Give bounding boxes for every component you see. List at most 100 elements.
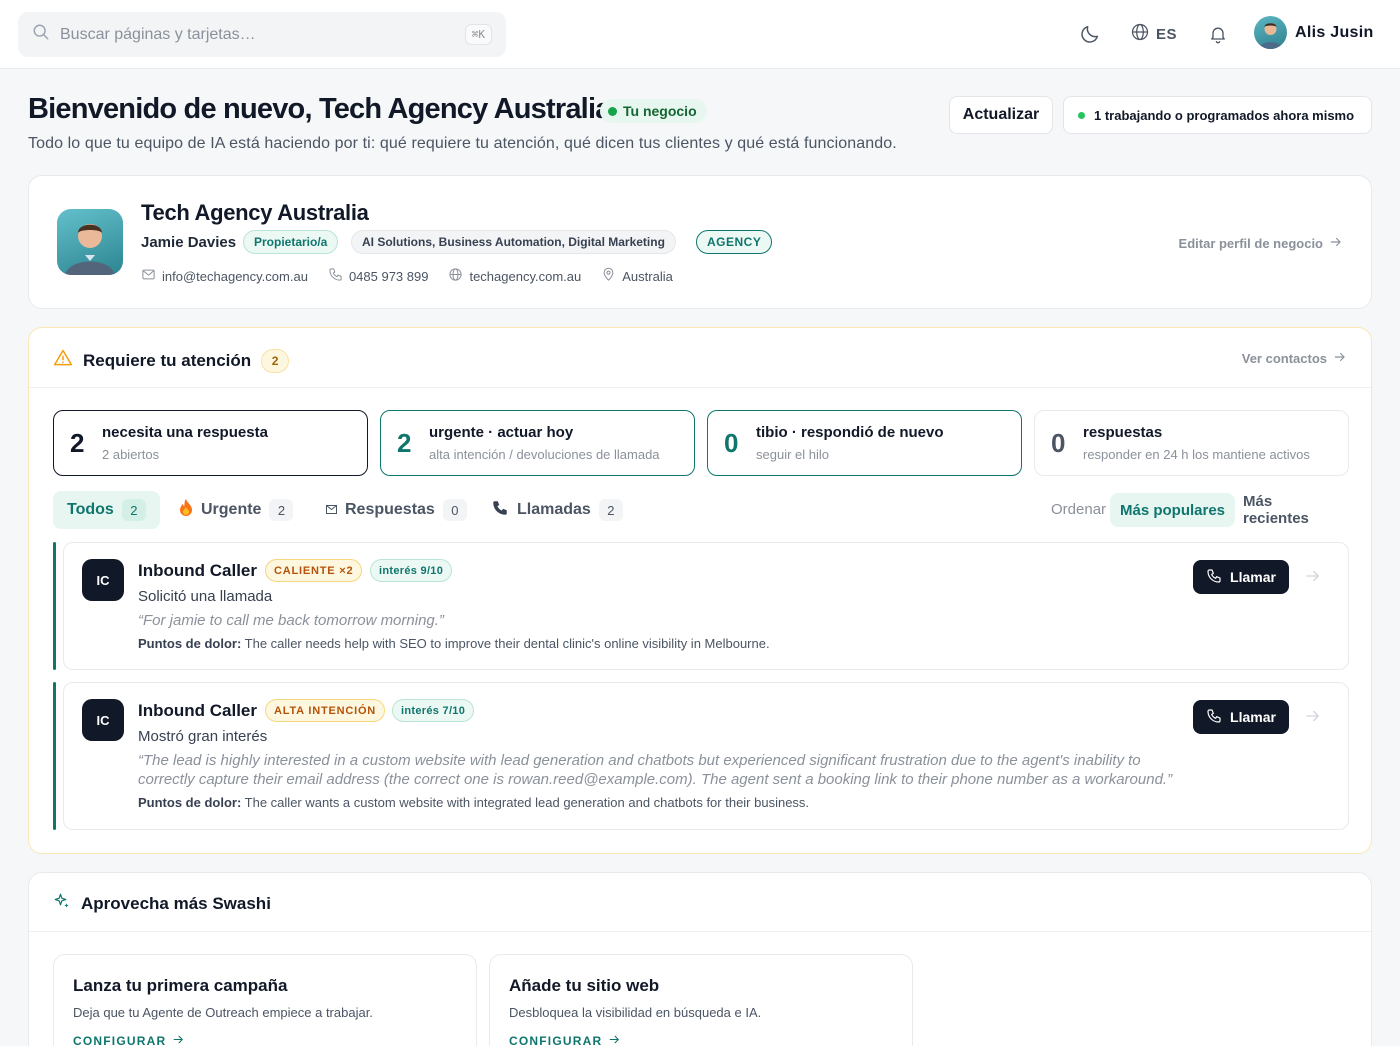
website-item[interactable]: techagency.com.au (448, 267, 581, 285)
swashi-title: Aprovecha más Swashi (81, 893, 271, 913)
stat-title: urgente · actuar hoy (429, 424, 574, 441)
user-menu[interactable]: Alis Jusin (1254, 16, 1374, 49)
search-input[interactable] (60, 25, 465, 44)
lead-quote: “The lead is highly interested in a cust… (138, 752, 1173, 788)
arrow-right-icon (172, 1033, 185, 1046)
arrow-right-icon (608, 1033, 621, 1046)
lead-pain-points: Puntos de dolor: The caller wants a cust… (138, 795, 809, 810)
search-shortcut: ⌘K (464, 24, 492, 45)
call-label: Llamar (1230, 569, 1276, 585)
opportunity-title: Lanza tu primera campaña (73, 976, 288, 995)
status-dot (608, 106, 617, 116)
filter-count: 2 (121, 499, 146, 521)
bell-icon[interactable] (1206, 22, 1230, 46)
map-pin-icon (601, 267, 616, 285)
stat-value: 0 (724, 427, 739, 458)
stat-replies[interactable]: 0 respuestas responder en 24 h los manti… (1034, 410, 1349, 476)
attention-header: Requiere tu atención 2 (53, 348, 290, 373)
stat-subtitle: seguir el hilo (756, 447, 829, 462)
stat-value: 0 (1051, 427, 1066, 458)
attention-card: Requiere tu atención 2 Ver contactos 2 n… (28, 327, 1372, 854)
sort-popular-button[interactable]: Más populares (1110, 493, 1236, 527)
swashi-section: Aprovecha más Swashi Lanza tu primera ca… (28, 872, 1372, 1046)
location-item: Australia (601, 267, 673, 285)
status-dot (1078, 111, 1085, 119)
lead-card[interactable]: IC Inbound Caller CALIENTE ×2 interés 9/… (53, 542, 1349, 670)
divider (29, 387, 1371, 388)
filter-label: Respuestas (345, 501, 435, 518)
stat-value: 2 (397, 427, 412, 458)
arrow-right-icon[interactable] (1304, 707, 1322, 730)
avatar (1254, 16, 1287, 49)
stat-warm[interactable]: 0 tibio · respondió de nuevo seguir el h… (707, 410, 1022, 476)
filter-label: Llamadas (517, 501, 591, 518)
business-avatar (57, 209, 123, 275)
user-name: Alis Jusin (1295, 23, 1374, 41)
page-subtitle: Todo lo que tu equipo de IA está haciend… (28, 135, 897, 152)
call-label: Llamar (1230, 709, 1276, 725)
sort-recent-button[interactable]: Más recientes (1233, 493, 1349, 527)
opportunity-description: Deja que tu Agente de Outreach empiece a… (73, 1005, 373, 1020)
lead-card-body: IC Inbound Caller ALTA INTENCIÓN interés… (63, 682, 1349, 830)
edit-profile-link[interactable]: Editar perfil de negocio (1179, 235, 1343, 252)
lead-avatar: IC (82, 559, 124, 601)
moon-icon[interactable] (1078, 22, 1102, 46)
opportunity-card[interactable]: Lanza tu primera campaña Deja que tu Age… (53, 954, 477, 1046)
lead-interest-badge: interés 9/10 (370, 559, 453, 582)
filter-label: Urgente (201, 501, 262, 518)
call-button[interactable]: Llamar (1193, 700, 1289, 734)
filter-label: Todos (67, 501, 114, 518)
arrow-right-icon (1329, 235, 1343, 252)
categories-tag: AI Solutions, Business Automation, Digit… (351, 230, 676, 254)
view-contacts-link[interactable]: Ver contactos (1242, 350, 1347, 367)
lead-name: Inbound Caller (138, 561, 257, 580)
lead-interest-badge: interés 7/10 (392, 699, 475, 722)
top-bar: ⌘K ES Alis Jusin (0, 0, 1400, 69)
search-bar[interactable]: ⌘K (18, 12, 506, 57)
phone-item[interactable]: 0485 973 899 (328, 267, 428, 285)
configure-label: CONFIGURAR (509, 1034, 603, 1046)
lead-avatar: IC (82, 699, 124, 741)
sparkle-icon (53, 892, 71, 915)
filter-tab-all[interactable]: Todos 2 (53, 491, 160, 529)
pain-text: The caller needs help with SEO to improv… (244, 636, 770, 651)
search-icon (32, 23, 50, 46)
filter-count: 0 (442, 499, 467, 521)
lead-priority-badge: ALTA INTENCIÓN (265, 699, 386, 722)
lead-accent-bar (53, 542, 56, 670)
configure-link[interactable]: CONFIGURAR (73, 1033, 185, 1046)
pain-text: The caller wants a custom website with i… (244, 795, 810, 810)
phone-icon (328, 267, 343, 285)
opportunity-description: Desbloquea la visibilidad en búsqueda e … (509, 1005, 762, 1020)
website-text: techagency.com.au (469, 268, 582, 284)
page-title: Bienvenido de nuevo, Tech Agency Austral… (28, 93, 611, 125)
opportunity-card[interactable]: Añade tu sitio web Desbloquea la visibil… (489, 954, 913, 1046)
location-text: Australia (622, 268, 673, 284)
stat-needs-reply[interactable]: 2 necesita una respuesta 2 abiertos (53, 410, 368, 476)
stat-urgent[interactable]: 2 urgente · actuar hoy alta intención / … (380, 410, 695, 476)
divider (29, 931, 1371, 932)
phone-icon (1206, 708, 1222, 727)
arrow-right-icon[interactable] (1304, 567, 1322, 590)
email-item[interactable]: info@techagency.com.au (141, 267, 308, 285)
refresh-button[interactable]: Actualizar (949, 96, 1053, 134)
filter-tab-calls[interactable]: Llamadas 2 (477, 491, 637, 529)
configure-link[interactable]: CONFIGURAR (509, 1033, 621, 1046)
mail-icon (141, 267, 156, 285)
envelope-icon (326, 501, 337, 519)
view-contacts-label: Ver contactos (1241, 351, 1327, 366)
lead-accent-bar (53, 682, 56, 830)
stat-title: necesita una respuesta (102, 424, 268, 441)
agent-status-pill: 1 trabajando o programados ahora mismo (1063, 96, 1372, 134)
attention-count-badge: 2 (261, 348, 290, 373)
call-button[interactable]: Llamar (1193, 560, 1289, 594)
filter-tab-replies[interactable]: Respuestas 0 (312, 491, 481, 529)
globe-icon (1130, 22, 1150, 46)
filter-count: 2 (598, 499, 623, 521)
lead-card[interactable]: IC Inbound Caller ALTA INTENCIÓN interés… (53, 682, 1349, 830)
globe-icon (448, 267, 463, 285)
lead-action: Solicitó una llamada (138, 588, 273, 605)
filter-tab-urgent[interactable]: Urgente 2 (165, 491, 307, 529)
language-switcher[interactable]: ES (1130, 22, 1177, 46)
lead-priority-badge: CALIENTE ×2 (265, 559, 363, 582)
